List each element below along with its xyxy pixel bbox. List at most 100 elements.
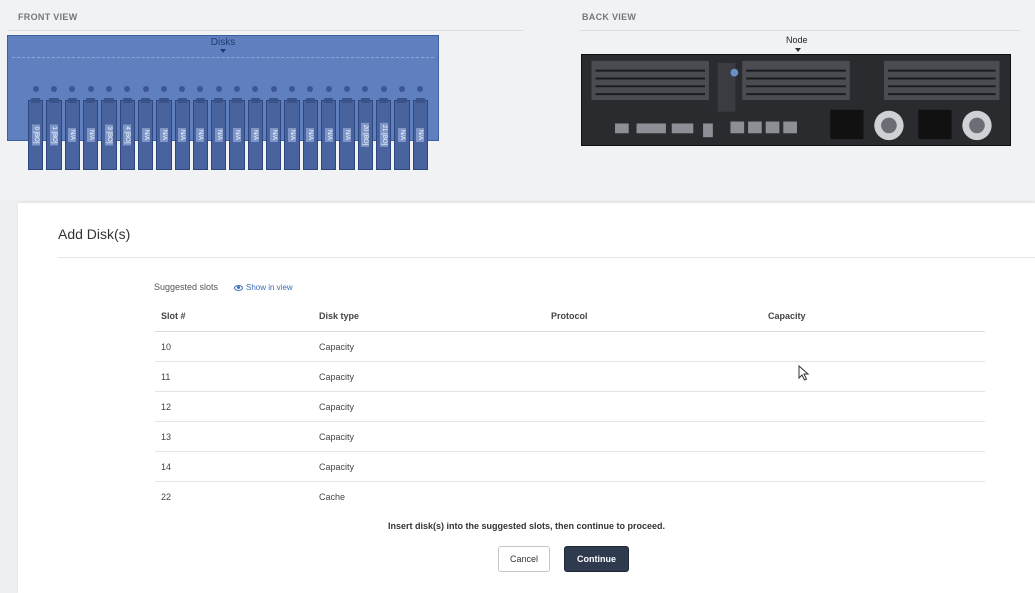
disk-slot-label: N/A (159, 127, 168, 143)
disk-slot-label: N/A (269, 127, 278, 143)
disk-slot-label: N/A (416, 127, 425, 143)
disk-slot[interactable]: N/A (412, 98, 428, 170)
slot-handle (303, 82, 318, 96)
disk-slot[interactable]: N/A (247, 98, 264, 170)
dialog-divider (58, 257, 1035, 258)
table-row: 11 Capacity (155, 362, 985, 392)
disk-type: Capacity (319, 402, 355, 412)
disk-slot[interactable]: N/A (266, 98, 282, 170)
show-in-view-link[interactable]: Show in view (234, 283, 293, 292)
latch-icon (142, 86, 149, 92)
latch-icon (179, 86, 186, 92)
disk-slot[interactable]: 20 [BO] (357, 98, 373, 170)
disk-slot-label: N/A (214, 127, 223, 143)
disk-slot[interactable]: N/A (321, 98, 337, 170)
disk-type: Cache (319, 492, 346, 502)
disk-slot[interactable]: N/A (229, 98, 245, 170)
column-header-protocol: Protocol (551, 311, 588, 321)
server-views-area: FRONT VIEW Disks 0 [BO] 1 [BO] N/A N/A 3 [BO… (0, 0, 1035, 200)
slot-handle (175, 82, 190, 96)
disk-slot[interactable]: N/A (192, 98, 209, 170)
continue-button[interactable]: Continue (564, 546, 629, 572)
disk-slot[interactable]: N/A (284, 98, 300, 170)
latch-icon (124, 86, 131, 92)
disk-slot-label: 20 [BO] (361, 122, 370, 148)
table-row: 14 Capacity (155, 452, 985, 482)
slot-tab (232, 98, 242, 103)
disk-slot-label: N/A (233, 127, 242, 143)
table-row: 10 Capacity (155, 332, 985, 362)
disk-slot-label: 21 [BO] (379, 122, 388, 148)
disk-slot-label: N/A (141, 127, 150, 143)
disk-slot[interactable]: N/A (211, 98, 227, 170)
caret-down-icon (795, 48, 801, 52)
disk-slot-label: N/A (288, 127, 297, 143)
disk-slot-label: N/A (342, 127, 351, 143)
disk-slot[interactable]: N/A (339, 98, 355, 170)
latch-icon (417, 86, 424, 92)
slot-tab (250, 98, 261, 103)
slot-handle (339, 82, 354, 96)
latch-icon (69, 86, 76, 92)
table-row: 12 Capacity (155, 392, 985, 422)
slot-tab (85, 98, 96, 103)
slot-tab (195, 98, 206, 103)
slot-tab (49, 98, 59, 103)
disk-slot[interactable]: 4 [BO] (119, 98, 135, 170)
slot-tab (324, 98, 334, 103)
latch-icon (215, 86, 222, 92)
slot-tab (177, 98, 187, 103)
table-row: 22 Cache (155, 482, 985, 511)
disk-slot-label: 0 [BO] (31, 124, 40, 146)
disk-type: Capacity (319, 462, 355, 472)
back-chassis[interactable] (581, 54, 1011, 146)
disk-slot[interactable]: N/A (174, 98, 190, 170)
front-view-title: FRONT VIEW (18, 12, 78, 22)
latch-icon (105, 86, 112, 92)
disk-slot-label: N/A (251, 127, 260, 143)
disk-slot[interactable]: N/A (137, 98, 154, 170)
disk-slot[interactable]: N/A (302, 98, 318, 170)
slot-handle (394, 82, 409, 96)
slot-number: 14 (161, 462, 172, 472)
slot-handle (83, 82, 98, 96)
disk-slot[interactable]: 3 [BO] (101, 98, 117, 170)
back-view-divider (580, 30, 1020, 31)
disk-slot-label: N/A (306, 127, 315, 143)
disk-type: Capacity (319, 372, 355, 382)
latch-icon (32, 86, 39, 92)
show-in-view-text: Show in view (246, 283, 293, 292)
latch-icon (197, 86, 204, 92)
slot-handle (101, 82, 116, 96)
slot-number: 22 (161, 492, 172, 502)
slot-tab (67, 98, 77, 103)
slot-handle (120, 82, 135, 96)
disk-slot[interactable]: N/A (156, 98, 172, 170)
column-header-slot: Slot # (161, 311, 186, 321)
mouse-cursor-icon (798, 365, 810, 381)
disk-slot[interactable]: 21 [BO] (375, 98, 392, 170)
slot-handle (321, 82, 336, 96)
disk-slot[interactable]: 0 [BO] (28, 98, 44, 170)
front-chassis[interactable]: Disks 0 [BO] 1 [BO] N/A N/A 3 [BO] 4 [BO] N/A N… (7, 35, 439, 170)
disk-type: Capacity (319, 432, 355, 442)
slot-handle (229, 82, 244, 96)
latch-icon (234, 86, 241, 92)
disk-slot[interactable]: N/A (82, 98, 99, 170)
suggested-slots-label: Suggested slots (154, 282, 219, 292)
back-view-title: BACK VIEW (582, 12, 637, 22)
disk-slot-label: 1 [BO] (49, 124, 58, 146)
slot-tab (122, 98, 132, 103)
disk-slot[interactable]: N/A (394, 98, 410, 170)
disk-slot[interactable]: N/A (64, 98, 80, 170)
latch-icon (362, 86, 369, 92)
slot-handle (376, 82, 391, 96)
slot-handle (28, 82, 43, 96)
slot-handle (138, 82, 153, 96)
instruction-text: Insert disk(s) into the suggested slots,… (387, 521, 666, 531)
disk-slot[interactable]: 1 [BO] (46, 98, 62, 170)
column-header-disk-type: Disk type (319, 311, 360, 321)
slot-tab (415, 98, 425, 103)
latch-icon (50, 86, 57, 92)
cancel-button[interactable]: Cancel (498, 546, 550, 572)
